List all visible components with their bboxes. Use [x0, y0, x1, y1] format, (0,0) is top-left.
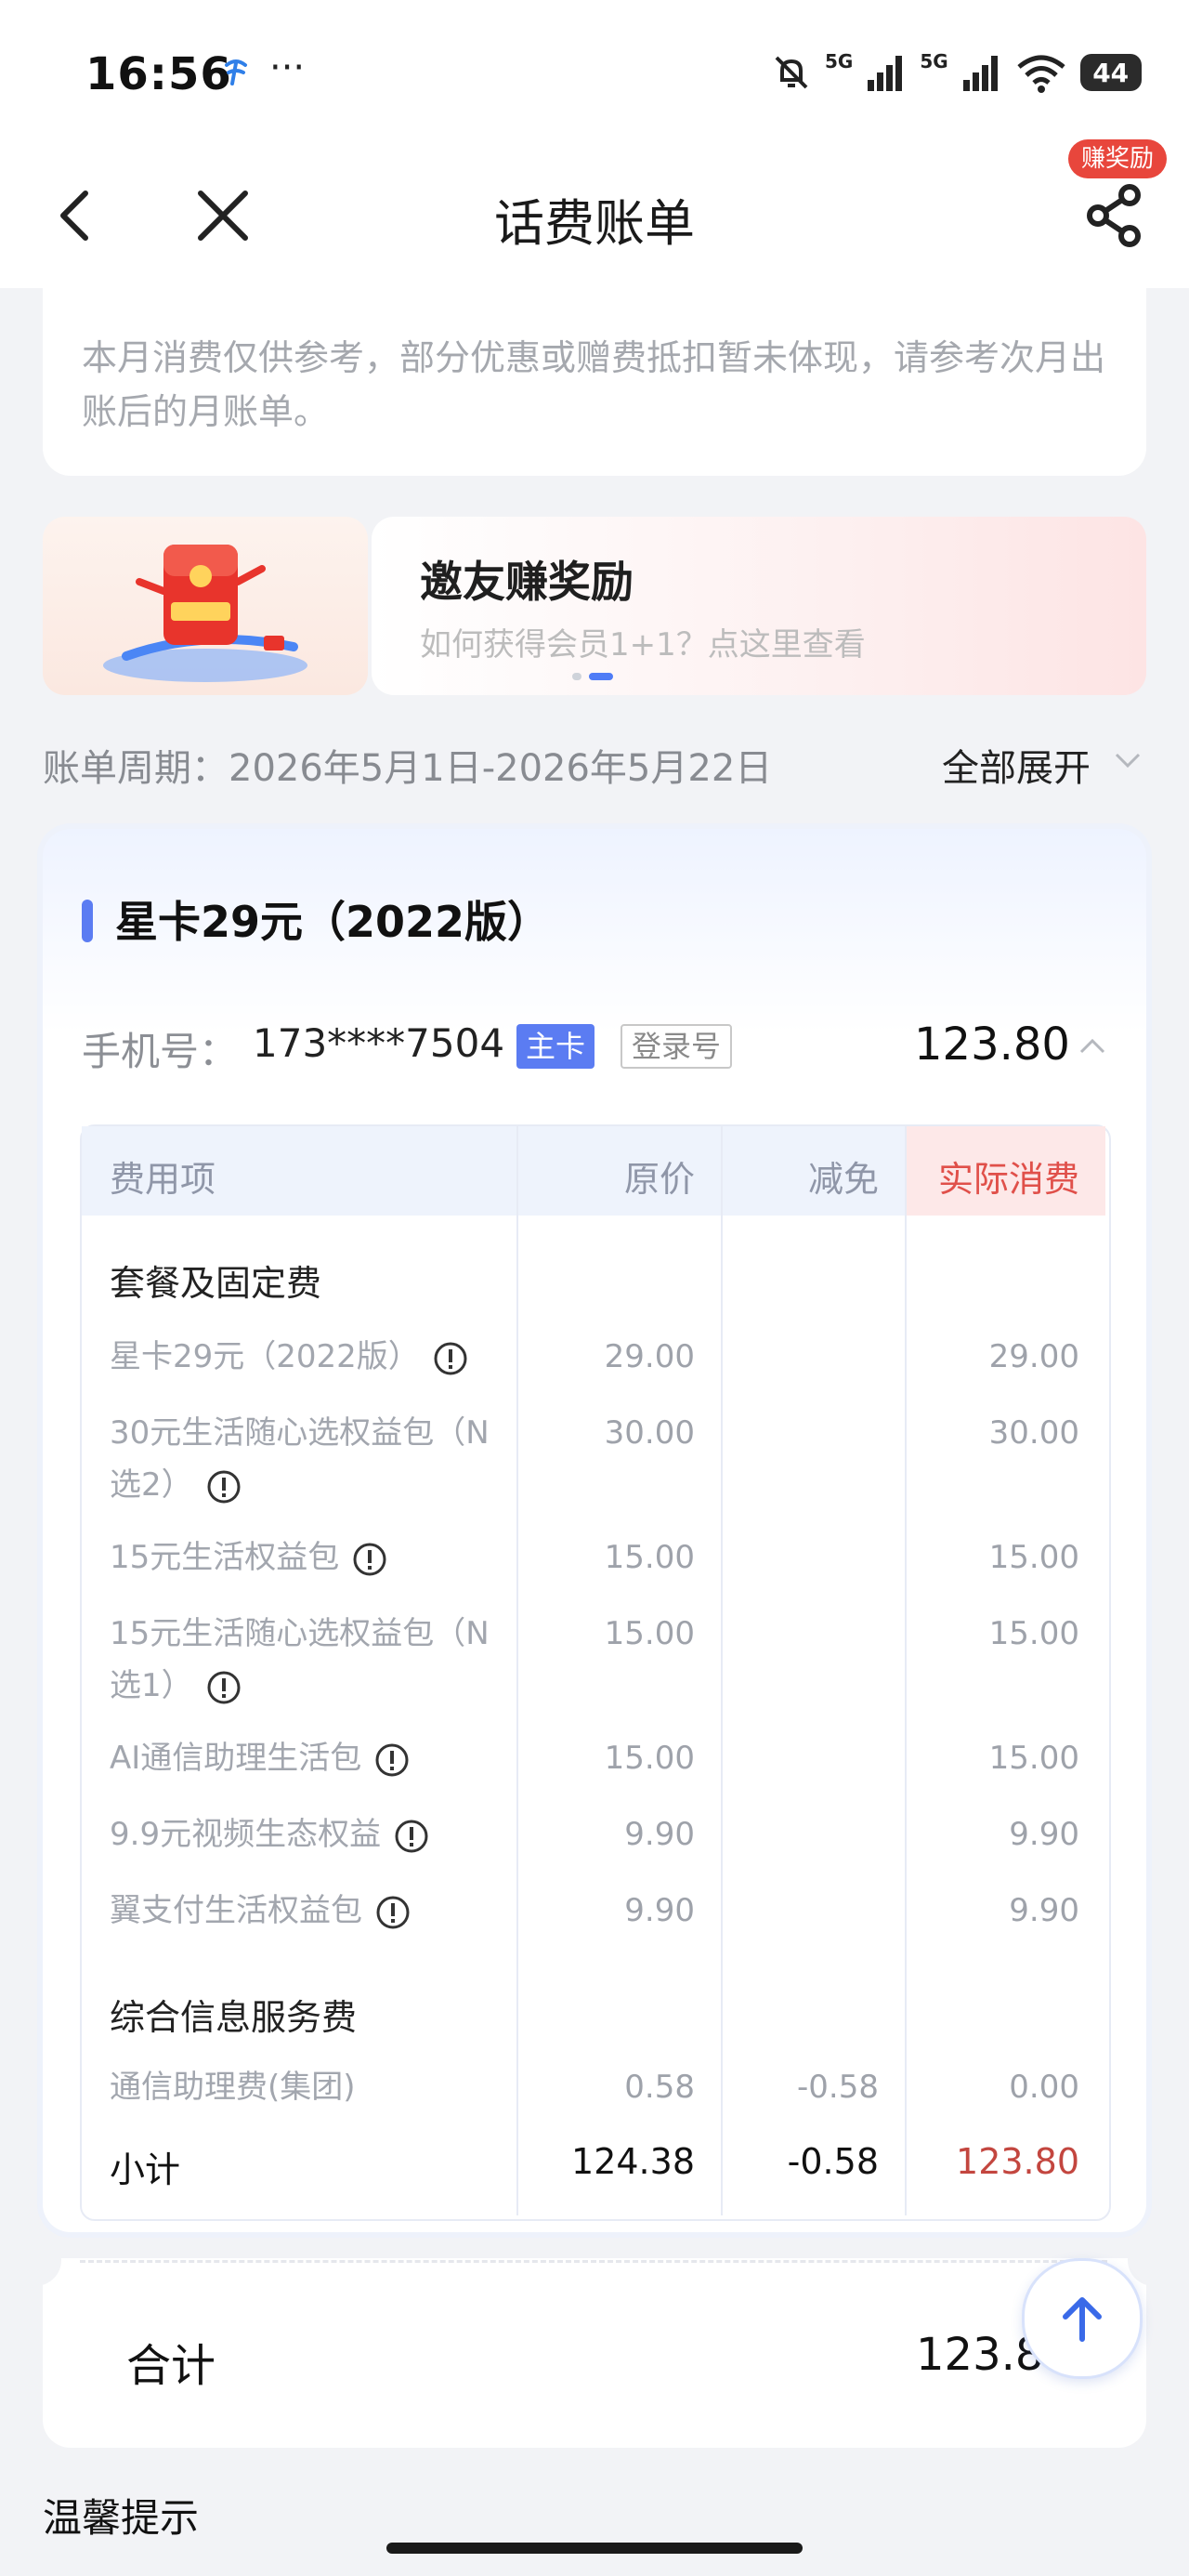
row-actual: 9.90 [1009, 1892, 1079, 1929]
row-original: 15.00 [604, 1740, 695, 1777]
info-icon[interactable] [433, 1341, 468, 1376]
subtotal-label: 小计 [110, 2149, 181, 2190]
carousel-dots [572, 673, 613, 680]
back-icon[interactable] [48, 178, 104, 253]
status-time: 16:56 [85, 48, 232, 100]
signal1-label: 5G [825, 50, 854, 72]
carousel-dot [572, 673, 581, 680]
table-row-name[interactable]: 9.9元视频生态权益 [110, 1808, 500, 1860]
info-icon[interactable] [206, 1670, 242, 1705]
header-discount: 减免 [807, 1159, 879, 1200]
row-discount: -0.58 [797, 2069, 879, 2106]
signal-icon [868, 56, 903, 91]
login-number-tag: 登录号 [621, 1024, 733, 1069]
banner-title: 邀友赚奖励 [420, 557, 634, 607]
header-original: 原价 [623, 1159, 695, 1200]
signal-icon [962, 56, 998, 91]
signal2-label: 5G [920, 50, 948, 72]
row-original: 15.00 [604, 1615, 695, 1652]
red-packet-banner[interactable] [43, 517, 368, 695]
subtotal-discount: -0.58 [787, 2141, 879, 2182]
wifi-icon [1017, 55, 1065, 93]
row-original: 15.00 [604, 1539, 695, 1576]
table-row-name[interactable]: 15元生活随心选权益包（N选1） [110, 1608, 518, 1712]
main-card-tag: 主卡 [516, 1024, 595, 1069]
row-actual: 29.00 [988, 1338, 1079, 1375]
header-actual: 实际消费 [937, 1159, 1079, 1200]
total-label: 合计 [126, 2340, 216, 2392]
red-packet-illustration [103, 545, 307, 682]
notice-text: 本月消费仅供参考，部分优惠或赠费抵扣暂未体现，请参考次月出账后的月账单。 [82, 337, 1106, 432]
info-icon[interactable] [374, 1742, 410, 1778]
plan-title: 星卡29元（2022版） [115, 897, 551, 947]
table-row-name[interactable]: 星卡29元（2022版） [110, 1331, 500, 1383]
mute-icon [775, 56, 808, 89]
subtotal-original: 124.38 [571, 2141, 695, 2182]
info-icon[interactable] [352, 1542, 387, 1577]
arrow-up-icon [1063, 2297, 1102, 2342]
row-actual: 30.00 [988, 1414, 1079, 1452]
phone-total: 123.80 [914, 1019, 1070, 1071]
info-icon[interactable] [394, 1819, 429, 1854]
share-icon[interactable] [1078, 177, 1152, 251]
plan-accent-bar [82, 900, 93, 942]
close-icon[interactable] [186, 178, 260, 253]
info-icon[interactable] [375, 1895, 411, 1930]
column-divider [905, 1126, 907, 2215]
scroll-to-top-button[interactable] [1022, 2258, 1143, 2379]
expand-all-button[interactable]: 全部展开 [942, 738, 1091, 792]
phone-number: 173****7504 [253, 1020, 505, 1066]
home-indicator[interactable] [386, 2543, 803, 2554]
column-divider [721, 1126, 723, 2215]
section-title: 套餐及固定费 [110, 1263, 322, 1304]
chevron-down-icon[interactable] [1111, 743, 1144, 777]
row-actual: 15.00 [988, 1740, 1079, 1777]
row-original: 9.90 [624, 1892, 695, 1929]
battery-icon: 44 [1079, 54, 1142, 91]
row-actual: 0.00 [1009, 2069, 1079, 2106]
header-item: 费用项 [110, 1159, 216, 1200]
more-dots-icon: ··· [269, 46, 306, 89]
row-original: 29.00 [604, 1338, 695, 1375]
table-row-name[interactable]: 15元生活权益包 [110, 1531, 500, 1584]
dashed-divider [80, 2260, 1107, 2263]
bill-period: 账单周期：2026年5月1日-2026年5月22日 [43, 747, 773, 790]
row-actual: 15.00 [988, 1539, 1079, 1576]
table-row-name[interactable]: 30元生活随心选权益包（N选2） [110, 1407, 518, 1511]
table-row-name[interactable]: 翼支付生活权益包 [110, 1885, 500, 1937]
status-icons: 5G 5G 44 [771, 45, 1142, 100]
row-actual: 9.90 [1009, 1816, 1079, 1853]
row-actual: 15.00 [988, 1615, 1079, 1652]
subtotal-actual: 123.80 [956, 2141, 1079, 2182]
info-icon[interactable] [206, 1469, 242, 1505]
row-original: 0.58 [624, 2069, 695, 2106]
row-original: 30.00 [604, 1414, 695, 1452]
banner-subtitle: 如何获得会员1+1？点这里查看 [420, 626, 866, 664]
tips-title: 温馨提示 [43, 2495, 200, 2541]
page-title: 话费账单 [494, 194, 695, 253]
chevron-up-icon[interactable] [1076, 1030, 1109, 1063]
phone-label: 手机号： [82, 1029, 239, 1074]
carrier-icon [225, 59, 247, 85]
reward-badge[interactable]: 赚奖励 [1068, 139, 1168, 178]
row-original: 9.90 [624, 1816, 695, 1853]
table-row-name: 通信助理费(集团) [110, 2069, 356, 2106]
table-row-name[interactable]: AI通信助理生活包 [110, 1732, 500, 1784]
carousel-dot-active [589, 673, 613, 680]
section-title: 综合信息服务费 [110, 1997, 358, 2038]
